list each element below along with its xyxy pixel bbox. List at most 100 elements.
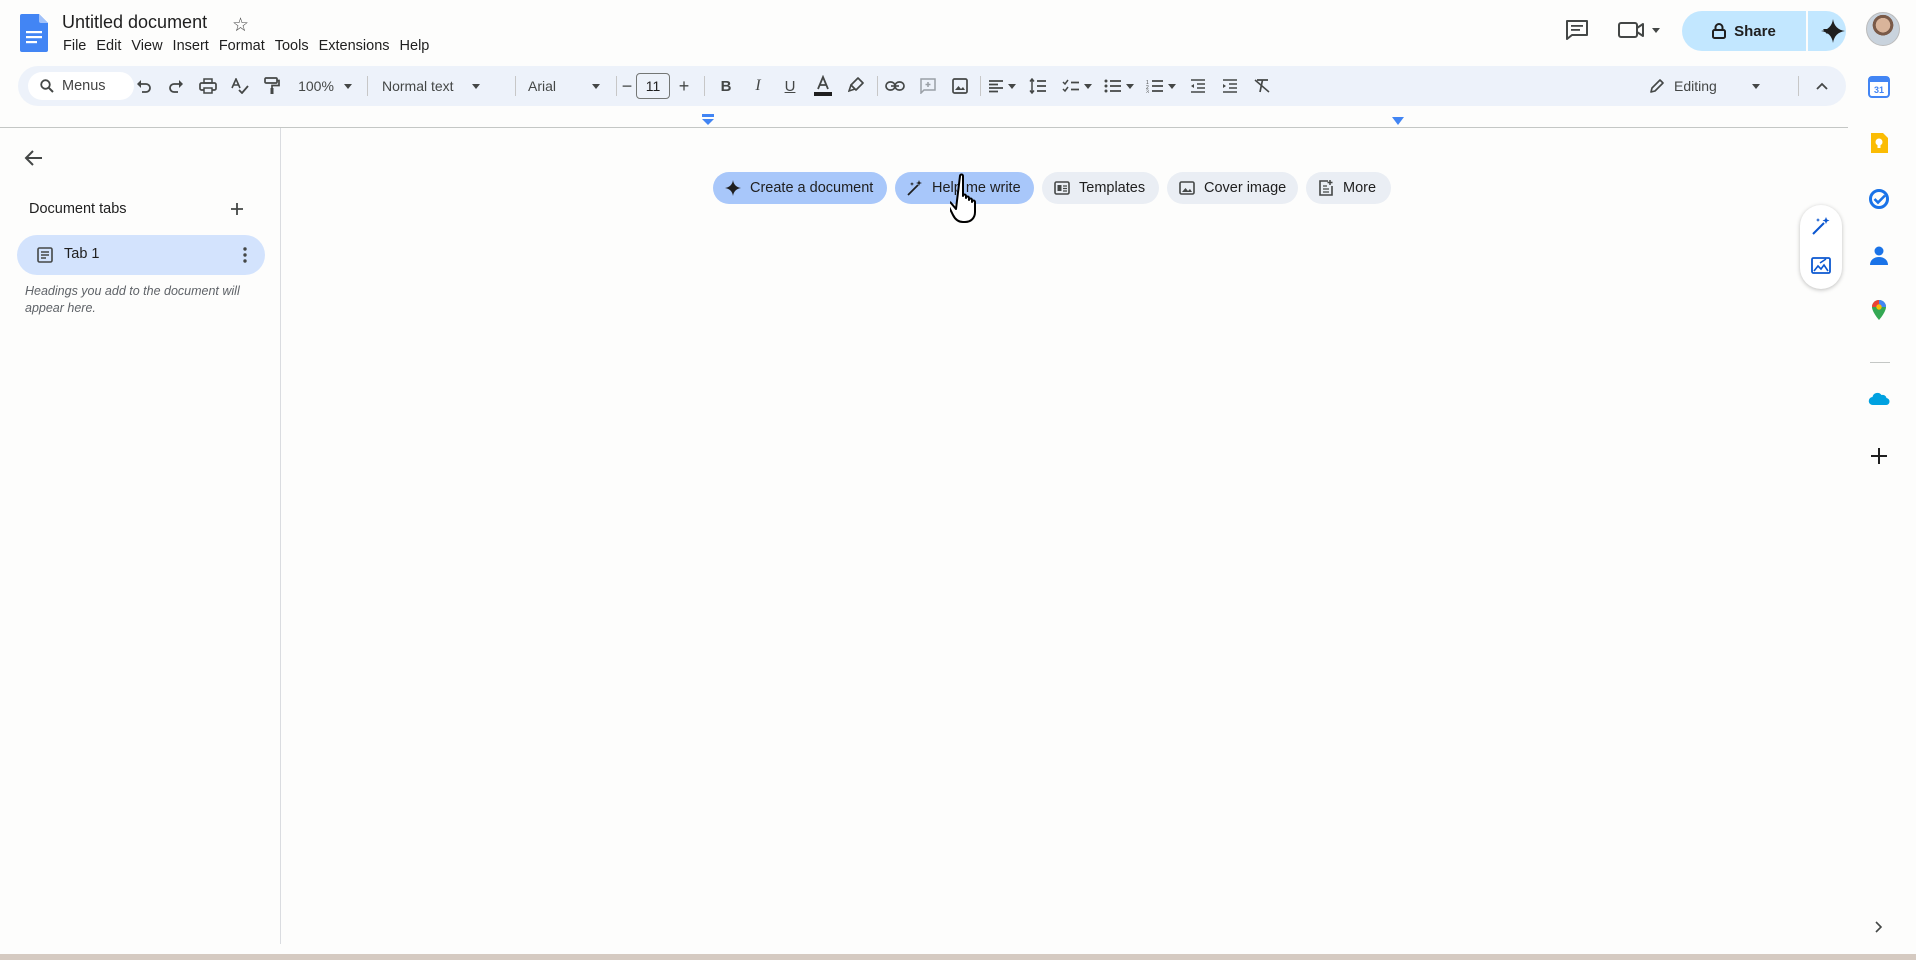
help-me-write-icon[interactable] (1810, 215, 1832, 237)
more-chip[interactable]: More (1306, 172, 1391, 204)
italic-button[interactable]: I (744, 66, 772, 106)
decrease-font-size-button[interactable]: − (620, 66, 634, 106)
zoom-value: 100% (298, 78, 334, 94)
cover-image-chip[interactable]: Cover image (1167, 172, 1298, 204)
sidebar-tab-1[interactable]: Tab 1 (17, 235, 265, 275)
maps-icon[interactable] (1868, 299, 1890, 321)
editing-mode-select[interactable]: Editing (1648, 66, 1772, 106)
tasks-icon[interactable] (1868, 188, 1890, 210)
bulleted-list-select[interactable] (1100, 66, 1138, 106)
add-addon-icon[interactable] (1868, 445, 1890, 467)
checklist-icon (1062, 79, 1079, 93)
increase-indent-button[interactable] (1216, 66, 1244, 106)
numbered-list-icon: 123 (1146, 80, 1163, 94)
menus-search[interactable]: Menus (28, 72, 134, 100)
zoom-select[interactable]: 100% (292, 66, 358, 106)
redo-button[interactable] (162, 66, 190, 106)
hide-menus-button[interactable] (1808, 66, 1836, 106)
chip-label: More (1343, 180, 1377, 196)
add-tab-icon[interactable] (228, 200, 246, 218)
chevron-right-icon[interactable] (1872, 920, 1886, 934)
keep-icon[interactable] (1868, 132, 1890, 154)
toolbar-divider (367, 76, 368, 96)
bold-button[interactable]: B (712, 66, 740, 106)
search-icon (40, 79, 54, 93)
insert-comment-button[interactable] (914, 66, 942, 106)
hand-pointer-cursor-icon (950, 173, 976, 223)
menu-tools[interactable]: Tools (274, 36, 318, 57)
svg-text:3: 3 (1146, 90, 1149, 94)
star-icon[interactable]: ☆ (232, 14, 249, 37)
docs-logo-icon[interactable] (20, 14, 48, 52)
create-document-chip[interactable]: Create a document (713, 172, 887, 204)
floating-assist-panel (1800, 205, 1842, 289)
spelling-check-button[interactable] (226, 66, 254, 106)
numbered-list-select[interactable]: 123 (1142, 66, 1180, 106)
increase-font-size-button[interactable]: + (672, 66, 696, 106)
menu-help[interactable]: Help (399, 36, 439, 57)
left-indent-marker-icon[interactable] (702, 114, 714, 126)
clear-formatting-button[interactable] (1248, 66, 1276, 106)
more-vert-icon[interactable] (235, 245, 255, 265)
image-icon (1179, 181, 1195, 195)
pen-spark-icon (907, 180, 922, 196)
paint-format-button[interactable] (258, 66, 286, 106)
meet-video-icon[interactable] (1618, 18, 1662, 42)
chevron-down-icon (343, 83, 352, 89)
paragraph-style-select[interactable]: Normal text (378, 66, 508, 106)
spellcheck-icon (231, 78, 249, 94)
highlight-color-button[interactable] (842, 66, 870, 106)
image-generate-icon[interactable] (1810, 255, 1832, 277)
menu-edit[interactable]: Edit (95, 36, 130, 57)
font-family-select[interactable]: Arial (524, 66, 610, 106)
svg-text:31: 31 (1874, 85, 1884, 95)
decrease-indent-button[interactable] (1184, 66, 1212, 106)
font-value: Arial (528, 78, 557, 94)
right-indent-marker-icon[interactable] (1392, 117, 1404, 127)
text-color-icon (814, 75, 832, 96)
lock-icon (1712, 23, 1727, 39)
toolbar-divider (616, 76, 617, 96)
menu-insert[interactable]: Insert (172, 36, 218, 57)
undo-button[interactable] (130, 66, 158, 106)
tab-label: Tab 1 (64, 246, 100, 262)
document-icon (37, 247, 53, 263)
document-outline-sidebar: Document tabs Tab 1 Headings you add to … (0, 128, 281, 944)
document-title[interactable]: Untitled document (62, 12, 207, 33)
template-icon (1054, 181, 1070, 195)
more-doc-icon (1319, 180, 1333, 196)
back-arrow-icon[interactable] (22, 146, 46, 170)
underline-button[interactable]: U (776, 66, 804, 106)
text-color-button[interactable] (808, 66, 838, 106)
menus-search-label: Menus (62, 78, 106, 94)
toolbar-divider (704, 76, 705, 96)
line-spacing-button[interactable] (1024, 66, 1052, 106)
insert-link-button[interactable] (880, 66, 910, 106)
toolbar-divider (980, 76, 981, 96)
menu-extensions[interactable]: Extensions (318, 36, 399, 57)
comment-history-icon[interactable] (1564, 18, 1590, 42)
pencil-icon (1650, 79, 1664, 93)
share-button[interactable]: Share (1682, 11, 1806, 51)
document-tabs-heading: Document tabs (29, 201, 127, 217)
add-comment-icon (920, 78, 936, 94)
templates-chip[interactable]: Templates (1042, 172, 1159, 204)
contacts-icon[interactable] (1868, 244, 1890, 266)
menu-format[interactable]: Format (218, 36, 274, 57)
salesforce-icon[interactable] (1868, 389, 1890, 411)
toolbar-divider (877, 76, 878, 96)
chevron-up-icon (1816, 82, 1828, 90)
print-button[interactable] (194, 66, 222, 106)
menu-view[interactable]: View (130, 36, 171, 57)
indent-increase-icon (1223, 79, 1237, 93)
calendar-icon[interactable]: 31 (1868, 76, 1890, 98)
sparkle-icon (725, 180, 741, 196)
gemini-sparkle-icon[interactable] (1820, 18, 1846, 44)
font-size-input[interactable] (636, 73, 670, 99)
menu-file[interactable]: File (62, 36, 95, 57)
align-left-icon (989, 80, 1003, 93)
insert-image-button[interactable] (946, 66, 974, 106)
align-select[interactable] (984, 66, 1020, 106)
chip-label: Templates (1079, 180, 1146, 196)
checklist-select[interactable] (1058, 66, 1096, 106)
